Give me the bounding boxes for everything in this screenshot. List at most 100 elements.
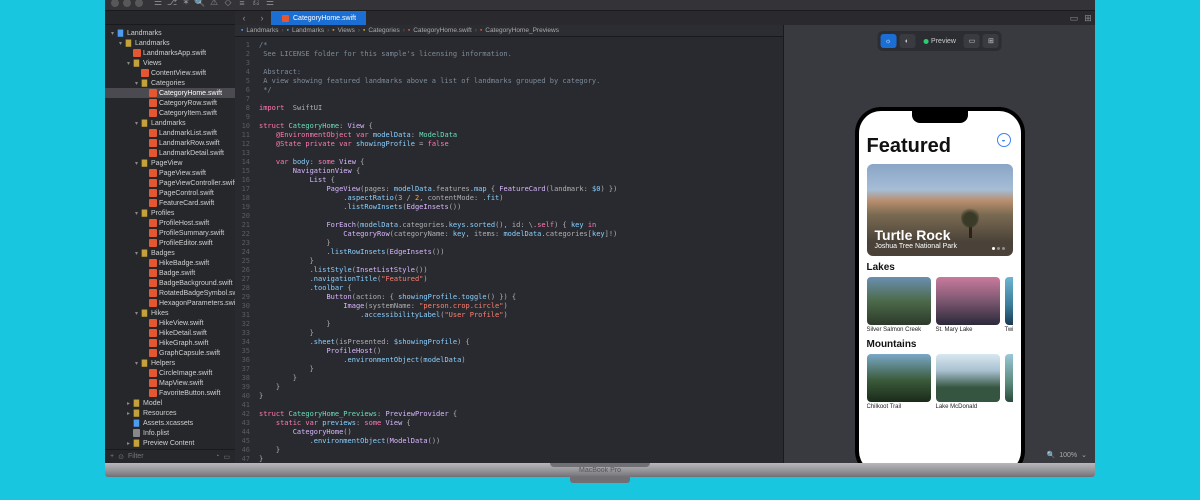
status-dot-icon <box>923 39 928 44</box>
device-frame: ◒ Featured Turtle Rock Joshua Tree Natio… <box>855 107 1025 463</box>
variants-button[interactable]: ⊞ <box>983 34 999 48</box>
profile-button-icon[interactable]: ◒ <box>997 133 1011 147</box>
zoom-dot[interactable] <box>135 0 143 7</box>
issues-icon[interactable]: ⚠ <box>207 0 221 8</box>
tree-row[interactable]: CategoryHome.swift <box>105 88 235 98</box>
code-text[interactable]: /* See LICENSE folder for this sample's … <box>255 37 783 463</box>
tree-row[interactable]: PageView.swift <box>105 168 235 178</box>
tree-row[interactable]: ▾▇Helpers <box>105 358 235 368</box>
selectable-button[interactable]: ◐ <box>899 34 915 48</box>
tree-row[interactable]: CategoryItem.swift <box>105 108 235 118</box>
filter-bar[interactable]: + ⊙ Filter ◔ ▭ <box>105 449 235 463</box>
line-gutter: 1234567891011121314151617181920212223242… <box>235 37 255 463</box>
tree-row[interactable]: HikeView.swift <box>105 318 235 328</box>
tree-row[interactable]: ▾▇Profiles <box>105 208 235 218</box>
zoom-menu-icon[interactable]: ⌄ <box>1081 451 1087 459</box>
tree-row[interactable]: PageViewController.swift <box>105 178 235 188</box>
close-dot[interactable] <box>111 0 119 7</box>
tree-row[interactable]: ▾▇Landmarks <box>105 28 235 38</box>
page-dots[interactable] <box>992 247 1005 250</box>
tree-row[interactable]: LandmarkDetail.swift <box>105 148 235 158</box>
minimize-dot[interactable] <box>123 0 131 7</box>
list-item[interactable]: Chilkoot Trail <box>867 354 931 410</box>
adjust-editor-icon[interactable]: ⊞ <box>1081 11 1095 25</box>
list-item[interactable]: Twin L <box>1005 277 1013 333</box>
zoom-controls[interactable]: 🔍 100% ⌄ <box>1047 451 1088 459</box>
tree-row[interactable]: RotatedBadgeSymbol.swift <box>105 288 235 298</box>
tree-row[interactable]: CategoryRow.swift <box>105 98 235 108</box>
tree-row[interactable]: LandmarkList.swift <box>105 128 235 138</box>
tree-row[interactable]: ▾▇Hikes <box>105 308 235 318</box>
tree-row[interactable]: ▇Assets.xcassets <box>105 418 235 428</box>
window-toolbar: ☰ ⎇ ✶ 🔍 ⚠ ◇ ≡ ⎌ ☰ <box>105 0 1095 11</box>
reports-icon[interactable]: ☰ <box>263 0 277 8</box>
editor-options-icon[interactable]: ▭ <box>1067 11 1081 25</box>
tree-row[interactable]: BadgeBackground.swift <box>105 278 235 288</box>
jump-bar[interactable]: ▪Landmarks›▪Landmarks›▪Views›▪Categories… <box>235 25 783 37</box>
tree-row[interactable]: ▾▇Landmarks <box>105 38 235 48</box>
tree-row[interactable]: ▸▇Preview Content <box>105 438 235 448</box>
code-editor: ▪Landmarks›▪Landmarks›▪Views›▪Categories… <box>235 25 783 463</box>
tree-row[interactable]: ProfileHost.swift <box>105 218 235 228</box>
list-item[interactable] <box>1005 354 1013 410</box>
list-item[interactable]: St. Mary Lake <box>936 277 1000 333</box>
nav-icon[interactable]: ☰ <box>151 0 165 8</box>
debug-icon[interactable]: ≡ <box>235 0 249 8</box>
device-settings-button[interactable]: ▭ <box>964 34 980 48</box>
tree-row[interactable]: ▾▇Badges <box>105 248 235 258</box>
zoom-out-icon[interactable]: 🔍 <box>1047 451 1056 459</box>
tree-row[interactable]: GraphCapsule.swift <box>105 348 235 358</box>
tree-row[interactable]: ▾▇Landmarks <box>105 118 235 128</box>
live-preview-button[interactable]: ☼ <box>880 34 896 48</box>
preview-canvas: ☼ ◐ Preview ▭ ⊞ ◒ Featured <box>783 25 1095 463</box>
device-notch <box>912 111 968 123</box>
tree-row[interactable]: ▸▇Resources <box>105 408 235 418</box>
tree-row[interactable]: ▾▇Views <box>105 58 235 68</box>
source-control-icon[interactable]: ⎇ <box>165 0 179 8</box>
tests-icon[interactable]: ◇ <box>221 0 235 8</box>
device-screen[interactable]: ◒ Featured Turtle Rock Joshua Tree Natio… <box>859 111 1021 463</box>
preview-toolbar: ☼ ◐ Preview ▭ ⊞ <box>877 31 1002 51</box>
tab-bar: ‹ › CategoryHome.swift ▭ ⊞ <box>235 11 1095 25</box>
list-item[interactable]: Lake McDonald <box>936 354 1000 410</box>
add-icon[interactable]: + <box>110 453 114 460</box>
tree-row[interactable]: LandmarksApp.swift <box>105 48 235 58</box>
tree-row[interactable]: HikeGraph.swift <box>105 338 235 348</box>
preview-status: Preview <box>918 38 961 45</box>
tree-row[interactable]: HikeBadge.swift <box>105 258 235 268</box>
tree-row[interactable]: PageControl.swift <box>105 188 235 198</box>
tree-row[interactable]: HikeDetail.swift <box>105 328 235 338</box>
scm-icon[interactable]: ▭ <box>223 453 230 461</box>
tree-row[interactable]: ProfileEditor.swift <box>105 238 235 248</box>
tree-row[interactable]: CircleImage.swift <box>105 368 235 378</box>
tree-row[interactable]: Info.plist <box>105 428 235 438</box>
editor-tab-active[interactable]: CategoryHome.swift <box>271 11 366 25</box>
breakpoints-icon[interactable]: ⎌ <box>249 0 263 8</box>
bookmarks-icon[interactable]: ✶ <box>179 0 193 8</box>
tree-row[interactable]: HexagonParameters.swift <box>105 298 235 308</box>
tree-row[interactable]: ▸▇Model <box>105 398 235 408</box>
featured-hero[interactable]: Turtle Rock Joshua Tree National Park <box>867 164 1013 256</box>
file-tree[interactable]: ▾▇Landmarks▾▇LandmarksLandmarksApp.swift… <box>105 25 235 449</box>
back-button[interactable]: ‹ <box>235 11 253 25</box>
find-icon[interactable]: 🔍 <box>193 0 207 8</box>
zoom-value: 100% <box>1059 452 1077 459</box>
forward-button[interactable]: › <box>253 11 271 25</box>
tree-row[interactable]: ProfileSummary.swift <box>105 228 235 238</box>
recent-icon[interactable]: ◔ <box>215 453 219 460</box>
code-area[interactable]: 1234567891011121314151617181920212223242… <box>235 37 783 463</box>
tree-icon <box>963 206 977 238</box>
tree-row[interactable]: FavoriteButton.swift <box>105 388 235 398</box>
mountains-row[interactable]: Chilkoot Trail Lake McDonald <box>867 354 1013 410</box>
lakes-row[interactable]: Silver Salmon Creek St. Mary Lake Twin L <box>867 277 1013 333</box>
tree-row[interactable]: ▾▇PageView <box>105 158 235 168</box>
tree-row[interactable]: Badge.swift <box>105 268 235 278</box>
tree-row[interactable]: FeatureCard.swift <box>105 198 235 208</box>
traffic-lights <box>111 0 143 7</box>
tree-row[interactable]: ContentView.swift <box>105 68 235 78</box>
tree-row[interactable]: ▾▇Categories <box>105 78 235 88</box>
list-item[interactable]: Silver Salmon Creek <box>867 277 931 333</box>
project-navigator: ▾▇Landmarks▾▇LandmarksLandmarksApp.swift… <box>105 25 235 463</box>
tree-row[interactable]: MapView.swift <box>105 378 235 388</box>
tree-row[interactable]: LandmarkRow.swift <box>105 138 235 148</box>
